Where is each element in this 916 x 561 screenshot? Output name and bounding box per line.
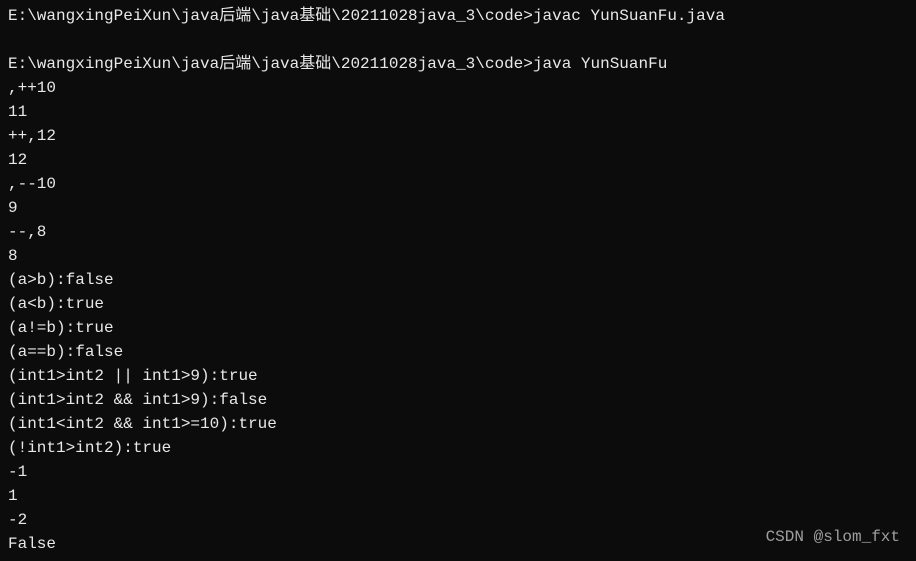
path-2: E:\wangxingPeiXun\java后端\java基础\20211028… bbox=[8, 55, 533, 73]
output-line: 11 bbox=[8, 100, 908, 124]
output-line: (int1>int2 || int1>9):true bbox=[8, 364, 908, 388]
output-line: 9 bbox=[8, 196, 908, 220]
output-line: (a==b):false bbox=[8, 340, 908, 364]
watermark: CSDN @slom_fxt bbox=[766, 525, 900, 549]
path-1: E:\wangxingPeiXun\java后端\java基础\20211028… bbox=[8, 7, 533, 25]
output-line: -1 bbox=[8, 460, 908, 484]
output-line: (a<b):true bbox=[8, 292, 908, 316]
output-line: (int1<int2 && int1>=10):true bbox=[8, 412, 908, 436]
command-1: javac YunSuanFu.java bbox=[533, 7, 725, 25]
output-line: (a>b):false bbox=[8, 268, 908, 292]
output-line: (!int1>int2):true bbox=[8, 436, 908, 460]
blank-line bbox=[8, 28, 908, 52]
output-line: (int1>int2 && int1>9):false bbox=[8, 388, 908, 412]
prompt-line-1[interactable]: E:\wangxingPeiXun\java后端\java基础\20211028… bbox=[8, 4, 908, 28]
output-line: ,++10 bbox=[8, 76, 908, 100]
command-2: java YunSuanFu bbox=[533, 55, 667, 73]
output-line: 8 bbox=[8, 244, 908, 268]
output-line: (a!=b):true bbox=[8, 316, 908, 340]
output-line: ++,12 bbox=[8, 124, 908, 148]
output-line: 1 bbox=[8, 484, 908, 508]
output-line: 12 bbox=[8, 148, 908, 172]
output-line: --,8 bbox=[8, 220, 908, 244]
prompt-line-2[interactable]: E:\wangxingPeiXun\java后端\java基础\20211028… bbox=[8, 52, 908, 76]
output-line: ,--10 bbox=[8, 172, 908, 196]
